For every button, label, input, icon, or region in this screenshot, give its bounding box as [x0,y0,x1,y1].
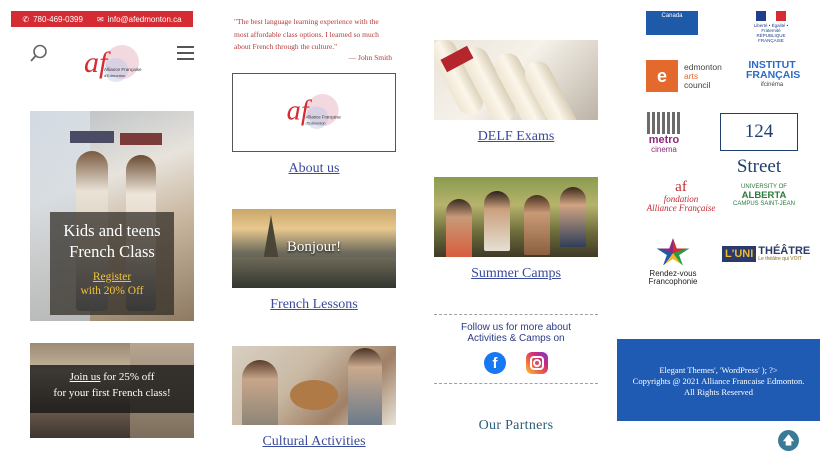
facebook-icon[interactable]: f [484,352,506,374]
rf-name: RÉPUBLIQUE FRANÇAISE [756,33,786,43]
university-of-alberta-logo[interactable]: UNIVERSITY OF ALBERTA CAMPUS SAINT-JEAN [730,184,798,216]
cinema-word: cinema [651,145,677,154]
ifc-line-3: ifcinéma [760,82,784,88]
first-class-promo-band: Join us for 25% off for your first Frenc… [30,365,194,413]
rights-text: All Rights Reserved [684,387,753,397]
metro-cinema-logo[interactable]: metro cinema [646,112,682,162]
eac-word-2: arts [684,70,699,81]
eac-mark: e [646,60,678,92]
delf-exams-card-image[interactable] [434,40,598,120]
testimonial-quote: "The best language learning experience w… [234,17,379,51]
uni-small: Le théâtre qui VOIT [758,256,802,263]
follow-us-text: Follow us for more about Activities & Ca… [434,322,598,344]
rf-motto: Liberté • Égalité • Fraternité [753,23,789,33]
copyright-text: Copyrights @ 2021 Alliance Francaise Edm… [632,376,805,386]
card-logo-city: d'Edmonton [306,121,326,125]
arrow-up-circle-icon[interactable]: 🡅 [778,430,799,451]
canada-text: Canada [661,13,683,19]
ualberta-line-2: ALBERTA [741,189,787,201]
hamburger-menu-icon[interactable] [177,46,194,60]
edmonton-arts-council-logo[interactable]: e edmonton arts council [646,60,728,92]
first-class-promo[interactable]: Join us for 25% off for your first Frenc… [30,343,194,438]
cultural-activities-card-image[interactable] [232,346,396,425]
follow-line-2: Activities & Camps on [467,333,565,344]
french-flag-icon [756,11,786,21]
phone-number[interactable]: 780-469-0399 [33,15,83,24]
phone-icon: ✆ [22,14,30,24]
french-lessons-card-image[interactable]: Bonjour! [232,209,396,288]
kids-promo-title-2: French Class [69,242,155,261]
metro-building-icon [647,112,681,134]
email-address[interactable]: info@afedmonton.ca [108,15,182,24]
search-icon[interactable] [30,44,48,62]
summer-camps-link[interactable]: Summer Camps [434,266,598,282]
alliance-logo: af Alliance Française d'Edmonton [287,94,342,129]
kids-promo-title-1: Kids and teens [63,221,161,240]
uni-box: L'UNI [722,246,757,262]
eac-word-3: council [684,79,711,90]
card-logo-name: Alliance Française [306,115,342,120]
delf-exams-link[interactable]: DELF Exams [434,129,598,145]
rendez-vous-francophonie-logo[interactable]: Rendez-vous Francophonie [640,238,706,292]
social-divider-bottom [434,383,598,384]
kids-discount-text: with 20% Off [80,285,144,297]
logo-name: Alliance Française [104,67,142,72]
ualberta-line-3: CAMPUS SAINT-JEAN [732,200,795,207]
unitheatre-logo[interactable]: L'UNI THÉÂTRE Le théâtre qui VOIT [722,242,810,266]
kids-promo-overlay: Kids and teens French Class Register wit… [50,212,174,315]
envelope-icon: ✉ [96,14,104,24]
institut-francais-logo[interactable]: INSTITUT FRANÇAIS ifcinéma [746,60,801,90]
fondation-alliance-logo[interactable]: af fondation Alliance Française [642,180,720,218]
summer-camps-card-image[interactable] [434,177,598,257]
bonjour-text: Bonjour! [286,239,342,255]
rdv-line-2: Francophonie [648,277,698,286]
site-logo[interactable]: af Alliance Française d'Edmonton [78,40,150,88]
partners-heading: Our Partners [478,418,554,433]
social-divider-top [434,314,598,315]
fondation-name: Alliance Française [646,203,716,213]
kids-class-promo[interactable]: Kids and teens French Class Register wit… [30,111,194,321]
footer: Elegant Themes', 'WordPress' ); ?> Copyr… [617,339,820,421]
about-us-card-image[interactable]: af Alliance Française d'Edmonton [232,73,396,152]
testimonial-author: — John Smith [348,53,392,62]
124-street-logo[interactable]: 124 Street [720,113,798,177]
ifc-line-2: FRANÇAIS [746,69,801,81]
footer-line-1: Elegant Themes', 'WordPress' ); ?> [659,365,778,375]
logo-city: d'Edmonton [104,73,125,78]
canada-logo[interactable]: Canada [646,11,698,35]
join-us-link[interactable]: Join us [70,371,101,383]
about-us-link[interactable]: About us [232,161,396,177]
contact-bar: ✆ 780-469-0399 ✉ info@afedmonton.ca [11,11,193,27]
follow-line-1: Follow us for more about [460,322,572,333]
promo-first-class-text: for your first French class! [53,387,171,399]
republique-francaise-logo[interactable]: Liberté • Égalité • Fraternité RÉPUBLIQU… [744,11,798,43]
french-lessons-link[interactable]: French Lessons [232,297,396,313]
cultural-activities-link[interactable]: Cultural Activities [232,434,396,450]
star-icon [656,238,690,266]
register-link[interactable]: Register [50,271,174,283]
instagram-icon[interactable] [526,352,548,374]
promo-discount-text: for 25% off [100,371,155,383]
fondation-mark: af [675,179,687,195]
